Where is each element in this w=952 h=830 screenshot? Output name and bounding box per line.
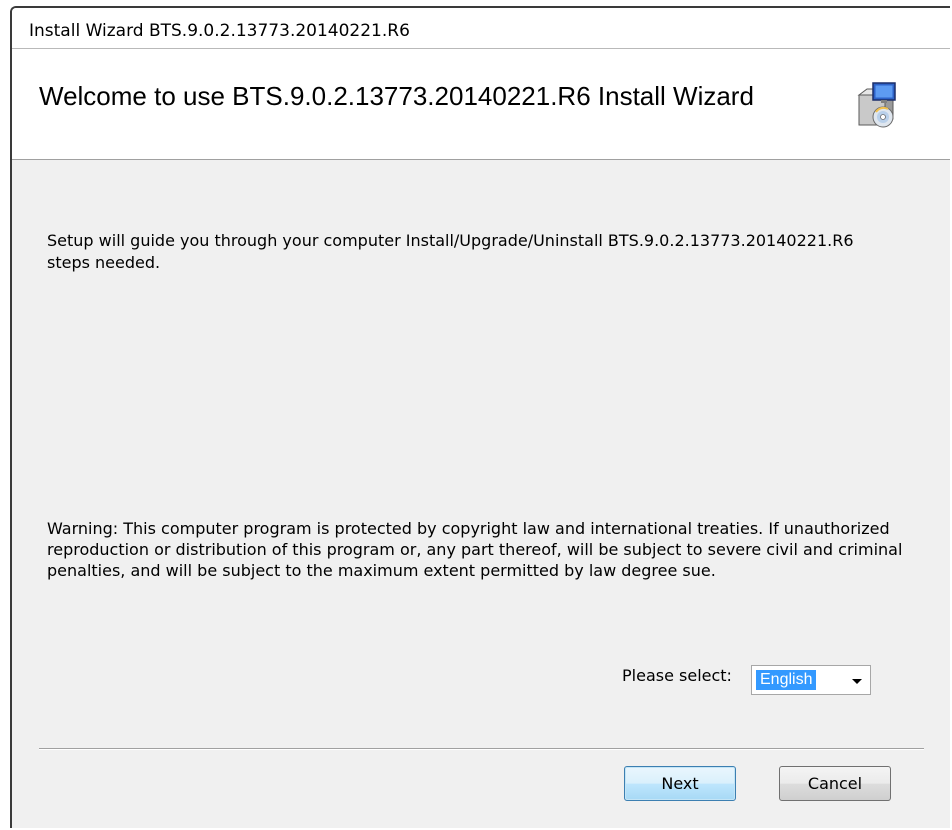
title-bar[interactable]: Install Wizard BTS.9.0.2.13773.20140221.… <box>12 8 950 48</box>
intro-text: Setup will guide you through your comput… <box>47 231 854 272</box>
copyright-warning: Warning: This computer program is protec… <box>47 519 903 580</box>
language-label: Please select: <box>622 666 732 685</box>
wizard-header: Welcome to use BTS.9.0.2.13773.20140221.… <box>12 48 950 160</box>
window-title: Install Wizard BTS.9.0.2.13773.20140221.… <box>29 21 410 41</box>
install-wizard-window: Install Wizard BTS.9.0.2.13773.20140221.… <box>10 6 950 828</box>
next-button[interactable]: Next <box>624 766 736 801</box>
language-select[interactable]: English <box>751 665 871 695</box>
chevron-down-icon[interactable] <box>852 679 862 684</box>
installer-icon <box>857 82 896 128</box>
wizard-heading: Welcome to use BTS.9.0.2.13773.20140221.… <box>39 81 754 111</box>
cancel-button[interactable]: Cancel <box>779 766 891 801</box>
footer-divider <box>39 748 924 750</box>
language-selected-value: English <box>756 670 817 690</box>
